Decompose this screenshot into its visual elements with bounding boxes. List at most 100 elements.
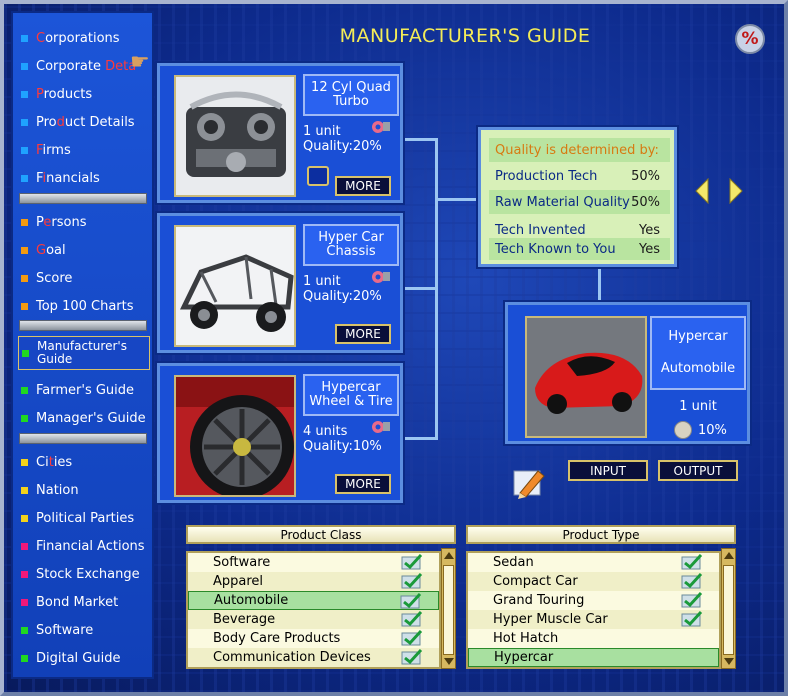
- bullet-icon: [21, 34, 28, 42]
- scroll-up-icon[interactable]: [444, 552, 454, 559]
- output-units: 1 unit: [679, 399, 717, 414]
- sidebar-item-manufacturers-guide[interactable]: Manufacturer's Guide: [18, 336, 150, 370]
- bullet-icon: [21, 458, 28, 466]
- output-category: Automobile: [660, 361, 736, 376]
- sidebar-item-product-details[interactable]: Product Details: [21, 111, 135, 133]
- sidebar-item-top-100-charts[interactable]: Top 100 Charts: [21, 295, 134, 317]
- scroll-down-icon[interactable]: [444, 658, 454, 665]
- list-item[interactable]: Communication Devices: [188, 648, 439, 667]
- arrow-right-icon[interactable]: [729, 178, 743, 204]
- quality-heading: Quality is determined by:: [489, 138, 670, 162]
- bullet-icon: [21, 246, 28, 254]
- list-item[interactable]: Automobile: [188, 591, 439, 610]
- sidebar-item-managers-guide[interactable]: Manager's Guide: [21, 407, 146, 429]
- input-stats: 1 unit Quality:20%: [303, 124, 382, 154]
- sidebar-item-firms[interactable]: Firms: [21, 139, 71, 161]
- connector-line: [405, 437, 438, 440]
- scroll-up-icon[interactable]: [724, 552, 734, 559]
- input-panel-wheel: Hypercar Wheel & Tire 4 units Quality:10%…: [155, 361, 405, 505]
- sidebar-item-products[interactable]: Products: [21, 83, 92, 105]
- quality-row: Production Tech 50%: [495, 168, 660, 184]
- sidebar-item-political-parties[interactable]: Political Parties: [21, 507, 134, 529]
- bullet-icon: [22, 349, 29, 357]
- bullet-icon: [21, 118, 28, 126]
- sidebar-item-bond-market[interactable]: Bond Market: [21, 591, 118, 613]
- quality-factors-box: Quality is determined by: Production Tec…: [476, 125, 679, 269]
- output-button[interactable]: OUTPUT: [658, 460, 738, 481]
- product-class-list: Software Apparel Automobile Beverage Bod…: [186, 551, 441, 669]
- sidebar-item-score[interactable]: Score: [21, 267, 72, 289]
- check-icon: [681, 573, 703, 589]
- input-name-box[interactable]: Hyper Car Chassis: [303, 224, 399, 266]
- connector-line: [435, 198, 480, 201]
- list-item[interactable]: Sedan: [468, 553, 719, 572]
- tech-gear-icon: [372, 421, 390, 433]
- check-icon: [400, 593, 422, 609]
- bullet-icon: [21, 302, 28, 310]
- check-icon: [681, 592, 703, 608]
- sidebar-item-goal[interactable]: Goal: [21, 239, 66, 261]
- check-icon: [401, 649, 423, 665]
- product-class-scrollbar[interactable]: [441, 548, 456, 669]
- bullet-icon: [21, 486, 28, 494]
- more-button[interactable]: MORE: [335, 176, 391, 196]
- check-icon: [681, 554, 703, 570]
- connector-line: [405, 138, 438, 141]
- more-button[interactable]: MORE: [335, 324, 391, 344]
- input-stats: 4 units Quality:10%: [303, 424, 382, 454]
- sidebar-item-corporate-details[interactable]: Corporate Deta: [21, 55, 136, 77]
- input-panel-engine: 12 Cyl Quad Turbo 1 unit Quality:20% MORE: [155, 61, 405, 205]
- sidebar-item-software[interactable]: Software: [21, 619, 93, 641]
- bullet-icon: [21, 274, 28, 282]
- sidebar-item-financial-actions[interactable]: Financial Actions: [21, 535, 145, 557]
- input-name-box[interactable]: 12 Cyl Quad Turbo: [303, 74, 399, 116]
- select-checkbox[interactable]: [307, 166, 329, 186]
- scroll-thumb[interactable]: [723, 565, 734, 655]
- hypercar-image: [525, 316, 647, 438]
- sidebar-item-corporations[interactable]: Corporations: [21, 27, 120, 49]
- list-item[interactable]: Software: [188, 553, 439, 572]
- scroll-thumb[interactable]: [443, 565, 454, 655]
- sidebar-item-nation[interactable]: Nation: [21, 479, 79, 501]
- list-item[interactable]: Hot Hatch: [468, 629, 719, 648]
- sidebar-item-financials[interactable]: Financials: [21, 167, 100, 189]
- sidebar-item-persons[interactable]: Persons: [21, 211, 86, 233]
- more-button[interactable]: MORE: [335, 474, 391, 494]
- wheel-image: [174, 375, 296, 497]
- list-item[interactable]: Hyper Muscle Car: [468, 610, 719, 629]
- bullet-icon: [21, 386, 28, 394]
- pencil-icon[interactable]: [510, 463, 546, 499]
- list-item[interactable]: Body Care Products: [188, 629, 439, 648]
- sidebar-item-farmers-guide[interactable]: Farmer's Guide: [21, 379, 134, 401]
- engine-image: [174, 75, 296, 197]
- list-item[interactable]: Compact Car: [468, 572, 719, 591]
- connector-line: [405, 287, 438, 290]
- bullet-icon: [21, 570, 28, 578]
- sidebar-item-stock-exchange[interactable]: Stock Exchange: [21, 563, 140, 585]
- input-panel-chassis: Hyper Car Chassis 1 unit Quality:20% MORE: [155, 211, 405, 355]
- arrow-left-icon[interactable]: [695, 178, 709, 204]
- list-item[interactable]: Hypercar: [468, 648, 719, 667]
- sidebar-item-digital-guide[interactable]: Digital Guide: [21, 647, 120, 669]
- product-type-scrollbar[interactable]: [721, 548, 736, 669]
- quality-row: Tech Known to You Yes: [489, 238, 670, 260]
- check-icon: [401, 630, 423, 646]
- bullet-icon: [21, 598, 28, 606]
- bullet-icon: [21, 542, 28, 550]
- list-item[interactable]: Apparel: [188, 572, 439, 591]
- scroll-down-icon[interactable]: [724, 658, 734, 665]
- input-name-box[interactable]: Hypercar Wheel & Tire: [303, 374, 399, 416]
- list-item[interactable]: Beverage: [188, 610, 439, 629]
- tech-gear-icon: [372, 271, 390, 283]
- sidebar-item-cities[interactable]: Cities: [21, 451, 72, 473]
- output-name: Hypercar: [668, 329, 728, 344]
- check-icon: [681, 611, 703, 627]
- list-item[interactable]: Grand Touring: [468, 591, 719, 610]
- percent-icon[interactable]: %: [735, 24, 765, 54]
- bullet-icon: [21, 514, 28, 522]
- product-class-header: Product Class: [186, 525, 456, 544]
- input-button[interactable]: INPUT: [568, 460, 648, 481]
- output-name-box[interactable]: Hypercar Automobile: [650, 316, 746, 390]
- page-title: MANUFACTURER'S GUIDE: [339, 25, 591, 47]
- check-icon: [401, 573, 423, 589]
